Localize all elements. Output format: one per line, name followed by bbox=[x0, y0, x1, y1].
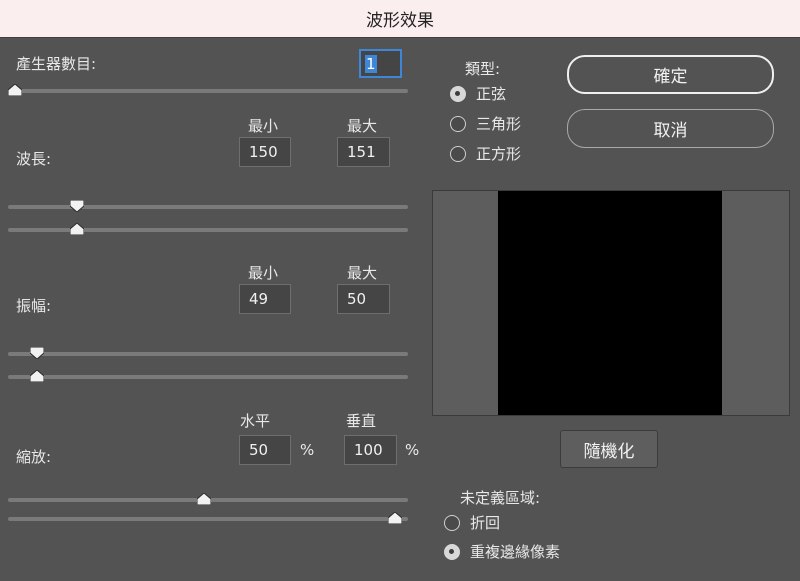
scale-label: 縮放: bbox=[16, 448, 52, 466]
radio-icon bbox=[444, 514, 460, 531]
amplitude-max-slider-thumb[interactable] bbox=[30, 347, 44, 359]
cancel-button-label: 取消 bbox=[653, 121, 688, 141]
randomize-button-label: 隨機化 bbox=[583, 441, 635, 462]
amplitude-max-slider-track[interactable] bbox=[8, 352, 408, 356]
scale-vertical-input[interactable] bbox=[344, 435, 397, 465]
amplitude-min-slider-track[interactable] bbox=[8, 375, 408, 379]
scale-vertical-header: 垂直 bbox=[346, 412, 377, 430]
amplitude-max-header: 最大 bbox=[347, 264, 378, 282]
window-title: 波形效果 bbox=[366, 11, 434, 31]
wave-preview bbox=[432, 190, 790, 416]
wavelength-label: 波長: bbox=[16, 150, 52, 168]
wavelength-max-slider-track[interactable] bbox=[8, 205, 408, 209]
preview-image bbox=[498, 191, 722, 415]
radio-icon bbox=[450, 145, 466, 162]
scale-vertical-slider-thumb[interactable] bbox=[388, 512, 403, 524]
ok-button-label: 確定 bbox=[653, 67, 688, 87]
wavelength-max-header: 最大 bbox=[347, 117, 378, 135]
wavelength-min-input[interactable] bbox=[239, 137, 291, 167]
amplitude-min-slider-thumb[interactable] bbox=[30, 370, 44, 382]
generators-input[interactable]: 1 bbox=[359, 49, 402, 78]
scale-vertical-slider-track[interactable] bbox=[8, 517, 408, 521]
generators-slider-thumb[interactable] bbox=[8, 84, 22, 96]
amplitude-min-header: 最小 bbox=[248, 264, 279, 282]
amplitude-max-input[interactable] bbox=[337, 284, 390, 314]
wavelength-max-input[interactable] bbox=[337, 137, 390, 167]
type-option-label: 三角形 bbox=[476, 115, 522, 133]
wavelength-max-slider-thumb[interactable] bbox=[69, 200, 84, 212]
scale-horizontal-header: 水平 bbox=[240, 412, 271, 430]
amplitude-min-input[interactable] bbox=[239, 284, 291, 314]
radio-icon bbox=[450, 115, 466, 132]
generators-slider-track[interactable] bbox=[8, 89, 408, 93]
type-label: 類型: bbox=[465, 60, 501, 78]
randomize-button[interactable]: 隨機化 bbox=[560, 430, 658, 468]
ok-button[interactable]: 確定 bbox=[567, 55, 774, 94]
type-option-sine[interactable]: 正弦 bbox=[450, 83, 506, 104]
amplitude-label: 振幅: bbox=[16, 297, 52, 315]
wavelength-min-slider-track[interactable] bbox=[8, 228, 408, 232]
type-option-triangle[interactable]: 三角形 bbox=[450, 113, 521, 134]
scale-vertical-unit: % bbox=[405, 441, 420, 459]
scale-horizontal-slider-thumb[interactable] bbox=[197, 493, 212, 505]
radio-icon bbox=[444, 543, 460, 560]
undefined-option-label: 重複邊緣像素 bbox=[470, 543, 561, 561]
type-option-label: 正弦 bbox=[476, 85, 507, 103]
type-option-label: 正方形 bbox=[476, 145, 522, 163]
undefined-option-repeat-edge[interactable]: 重複邊緣像素 bbox=[444, 541, 560, 562]
undefined-option-wrap[interactable]: 折回 bbox=[444, 512, 500, 533]
undefined-area-label: 未定義區域: bbox=[460, 489, 541, 507]
scale-horizontal-input[interactable] bbox=[239, 435, 291, 465]
wavelength-min-slider-thumb[interactable] bbox=[69, 223, 84, 235]
title-bar: 波形效果 bbox=[0, 0, 800, 38]
undefined-option-label: 折回 bbox=[470, 514, 501, 532]
generators-value: 1 bbox=[365, 54, 377, 73]
type-option-square[interactable]: 正方形 bbox=[450, 143, 521, 164]
radio-icon bbox=[450, 85, 466, 102]
generators-label: 產生器數目: bbox=[16, 55, 97, 73]
wavelength-min-header: 最小 bbox=[248, 117, 279, 135]
cancel-button[interactable]: 取消 bbox=[567, 109, 774, 148]
scale-horizontal-unit: % bbox=[300, 441, 315, 459]
